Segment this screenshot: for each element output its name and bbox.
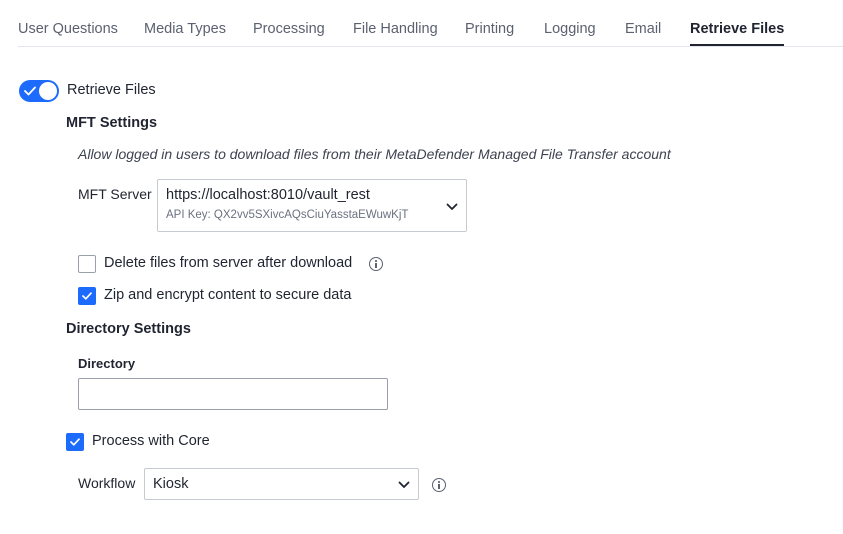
tab-user-questions[interactable]: User Questions: [18, 21, 118, 37]
tab-media-types[interactable]: Media Types: [144, 21, 226, 37]
info-icon[interactable]: [369, 257, 383, 271]
retrieve-files-label: Retrieve Files: [67, 82, 156, 98]
mft-server-label: MFT Server: [78, 186, 152, 202]
process-with-core-checkbox[interactable]: [66, 433, 84, 451]
workflow-value: Kiosk: [153, 476, 189, 492]
mft-description: Allow logged in users to download files …: [78, 146, 671, 162]
check-icon: [82, 292, 92, 300]
zip-encrypt-label: Zip and encrypt content to secure data: [104, 287, 352, 303]
directory-input[interactable]: [78, 378, 388, 410]
toggle-knob: [39, 82, 57, 100]
check-icon: [70, 438, 80, 446]
mft-api-key: API Key: QX2vv5SXivcAQsCiuYasstaEWuwKjT: [166, 209, 409, 221]
directory-label: Directory: [78, 356, 136, 371]
chevron-down-icon: [446, 203, 458, 210]
tab-email[interactable]: Email: [625, 21, 661, 37]
mft-settings-heading: MFT Settings: [66, 115, 158, 131]
process-with-core-label: Process with Core: [92, 433, 210, 449]
tab-file-handling[interactable]: File Handling: [353, 21, 438, 37]
mft-server-value: https://localhost:8010/vault_rest: [166, 187, 370, 203]
workflow-select[interactable]: Kiosk: [144, 468, 419, 500]
info-icon[interactable]: [432, 478, 446, 492]
check-icon: [24, 86, 36, 96]
delete-files-label: Delete files from server after download: [104, 255, 353, 271]
tab-logging[interactable]: Logging: [544, 21, 596, 37]
workflow-label: Workflow: [78, 475, 136, 491]
zip-encrypt-checkbox[interactable]: [78, 287, 96, 305]
chevron-down-icon: [398, 481, 410, 488]
tab-retrieve-files[interactable]: Retrieve Files: [690, 21, 785, 46]
tab-processing[interactable]: Processing: [253, 21, 325, 37]
retrieve-files-toggle[interactable]: [19, 80, 59, 102]
settings-tabs: User Questions Media Types Processing Fi…: [18, 0, 843, 47]
mft-server-select[interactable]: https://localhost:8010/vault_rest API Ke…: [157, 179, 467, 232]
delete-files-checkbox[interactable]: [78, 255, 96, 273]
directory-settings-heading: Directory Settings: [66, 321, 191, 337]
tab-printing[interactable]: Printing: [465, 21, 514, 37]
